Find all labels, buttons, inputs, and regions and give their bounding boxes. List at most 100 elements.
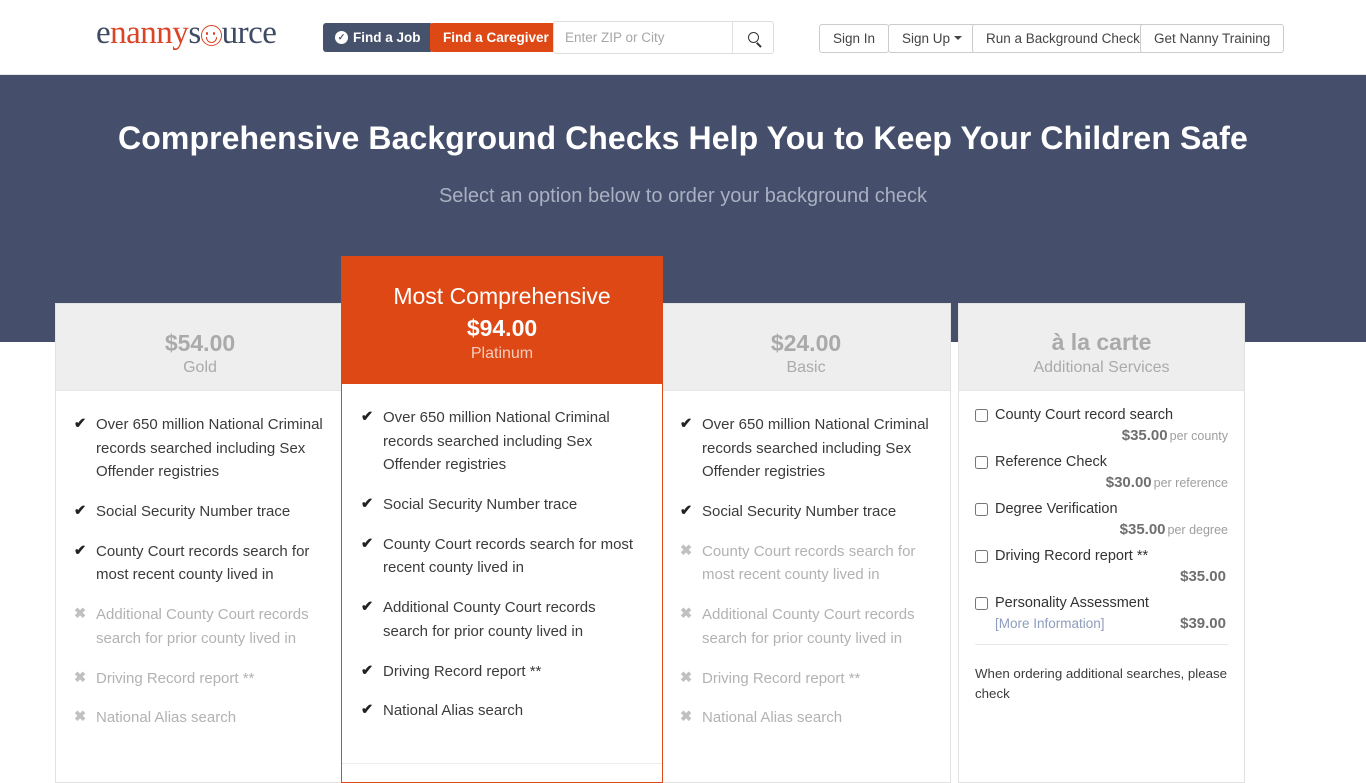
alacarte-item: Reference Check $30.00 per reference — [975, 452, 1228, 492]
plan-feature-item: ✖ County Court records search for most re… — [680, 540, 932, 587]
alacarte-option-label: Personality Assessment — [995, 595, 1149, 612]
alacarte-checkbox[interactable] — [975, 550, 988, 564]
alacarte-option-row[interactable]: Personality Assessment — [975, 593, 1228, 614]
alacarte-option-row[interactable]: County Court record search — [975, 405, 1228, 426]
alacarte-price-row: $35.00 per county — [975, 427, 1228, 445]
alacarte-checkbox[interactable] — [975, 409, 988, 422]
plan-price: $24.00 — [770, 330, 842, 356]
site-logo[interactable]: enannys urce — [96, 15, 277, 51]
plan-card-gold[interactable]: $54.00 Gold ✔ Over 650 million National C… — [55, 303, 345, 783]
alacarte-price-unit: per degree — [1167, 523, 1228, 538]
run-background-check-button[interactable]: Run a Background Check — [972, 24, 1154, 53]
check-icon: ✔ — [361, 535, 374, 552]
alacarte-item: Driving Record report ** $35.00 — [975, 546, 1228, 586]
alacarte-checkbox[interactable] — [975, 456, 988, 470]
more-information-link[interactable]: [More Information] — [995, 616, 1105, 631]
cross-icon: ✖ — [680, 542, 693, 559]
plan-features-basic: ✔ Over 650 million National Criminal reco… — [662, 391, 950, 756]
check-icon: ✔ — [680, 503, 693, 520]
alacarte-option-row[interactable]: Driving Record report ** — [975, 546, 1228, 567]
check-icon: ✔ — [74, 416, 87, 432]
alacarte-checkbox[interactable] — [975, 597, 988, 611]
check-icon: ✔ — [361, 496, 374, 513]
plan-feature-item: ✔ Social Security Number trace — [74, 500, 326, 524]
alacarte-price-row: $35.00 per degree — [975, 521, 1228, 539]
check-icon: ✔ — [361, 409, 374, 425]
alacarte-price-unit: per reference — [1153, 476, 1228, 491]
alacarte-price: $39.00 — [1180, 615, 1226, 633]
plan-feature-item: ✔ Over 650 million National Criminal reco… — [361, 406, 643, 477]
alacarte-price-row: $30.00 per reference — [975, 474, 1228, 492]
alacarte-header: à la carte Additional Services — [959, 304, 1244, 391]
find-a-caregiver-button[interactable]: Find a Caregiver — [430, 23, 562, 52]
plan-feature-item: ✔ Social Security Number trace — [680, 500, 932, 524]
plan-header-gold: $54.00 Gold — [56, 304, 344, 391]
search-bar — [553, 21, 774, 54]
plan-feature-label: Over 650 million National Criminal recor… — [383, 409, 610, 474]
plan-card-platinum[interactable]: Most Comprehensive $94.00 Platinum ✔ Over… — [341, 256, 663, 783]
chevron-down-icon — [954, 36, 963, 41]
alacarte-checkbox[interactable] — [975, 503, 988, 517]
cross-icon: ✖ — [680, 709, 693, 726]
logo-text-urce: urce — [221, 15, 277, 51]
alacarte-option-row[interactable]: Reference Check — [975, 452, 1228, 473]
alacarte-subtitle: Additional Services — [1033, 359, 1170, 376]
search-submit-button[interactable] — [732, 22, 773, 53]
check-icon: ✔ — [361, 702, 374, 719]
plan-feature-label: County Court records search for most rec… — [702, 542, 916, 584]
sign-up-label: Sign Up — [902, 31, 951, 46]
divider — [342, 762, 662, 764]
alacarte-option-row[interactable]: Degree Verification — [975, 499, 1228, 520]
plan-feature-item: ✔ National Alias search — [361, 699, 643, 723]
plan-feature-item: ✔ Driving Record report ** — [361, 660, 643, 684]
alacarte-footer-note: When ordering additional searches, pleas… — [975, 644, 1228, 704]
plan-feature-item: ✔ County Court records search for most re… — [74, 540, 326, 587]
alacarte-options-list: County Court record search $35.00 per coun… — [959, 391, 1244, 704]
find-a-job-button[interactable]: ✓ Find a Job — [323, 23, 433, 52]
plan-header-platinum: Most Comprehensive $94.00 Platinum — [342, 257, 662, 384]
plan-feature-label: County Court records search for most rec… — [96, 542, 310, 584]
alacarte-price: $35.00 — [1119, 521, 1166, 539]
plan-feature-label: National Alias search — [383, 702, 524, 720]
alacarte-item: Personality Assessment [More Information]… — [975, 593, 1228, 633]
cross-icon: ✖ — [74, 606, 87, 623]
alacarte-price: $35.00 — [1180, 568, 1226, 586]
plan-feature-label: Social Security Number trace — [383, 496, 578, 514]
plan-badge: Most Comprehensive — [393, 283, 611, 309]
plan-feature-item: ✖ Driving Record report ** — [680, 667, 932, 691]
plan-tier-name: Platinum — [470, 344, 534, 362]
cross-icon: ✖ — [680, 669, 693, 686]
check-icon: ✔ — [680, 416, 693, 432]
alacarte-price-unit: per county — [1169, 429, 1228, 444]
search-icon — [747, 32, 759, 43]
plan-feature-label: Driving Record report ** — [96, 669, 255, 687]
plan-feature-item: ✖ Additional County Court records search … — [680, 603, 932, 650]
plan-feature-label: Over 650 million National Criminal recor… — [96, 416, 323, 481]
plan-feature-label: Social Security Number trace — [702, 503, 897, 521]
alacarte-option-label: County Court record search — [995, 407, 1174, 423]
check-icon: ✔ — [74, 542, 87, 559]
get-nanny-training-button[interactable]: Get Nanny Training — [1140, 24, 1285, 53]
alacarte-price: $30.00 — [1105, 474, 1152, 492]
plan-tier-name: Basic — [786, 359, 826, 377]
logo-text-e: e — [96, 15, 111, 51]
baby-face-icon — [200, 25, 222, 46]
plan-feature-label: Additional County Court records search f… — [96, 606, 309, 647]
check-icon: ✔ — [361, 662, 374, 679]
plan-feature-label: Additional County Court records search f… — [702, 606, 915, 647]
search-input[interactable] — [554, 22, 732, 53]
plan-price: $54.00 — [164, 330, 236, 356]
plan-feature-item: ✔ Social Security Number trace — [361, 493, 643, 517]
sign-up-button[interactable]: Sign Up — [888, 24, 977, 53]
plan-feature-label: Over 650 million National Criminal recor… — [702, 416, 929, 481]
sign-in-button[interactable]: Sign In — [819, 24, 890, 53]
page-title: Comprehensive Background Checks Help You… — [118, 120, 1248, 156]
alacarte-item: County Court record search $35.00 per coun… — [975, 405, 1228, 445]
plan-header-basic: $24.00 Basic — [662, 304, 950, 391]
plan-feature-item: ✖ Additional County Court records search … — [74, 603, 326, 650]
plan-card-basic[interactable]: $24.00 Basic ✔ Over 650 million National … — [661, 303, 951, 783]
plan-feature-label: National Alias search — [96, 709, 237, 727]
logo-text-nanny: nanny — [110, 15, 189, 51]
cross-icon: ✖ — [74, 669, 87, 686]
alacarte-item: Degree Verification $35.00 per degree — [975, 499, 1228, 539]
